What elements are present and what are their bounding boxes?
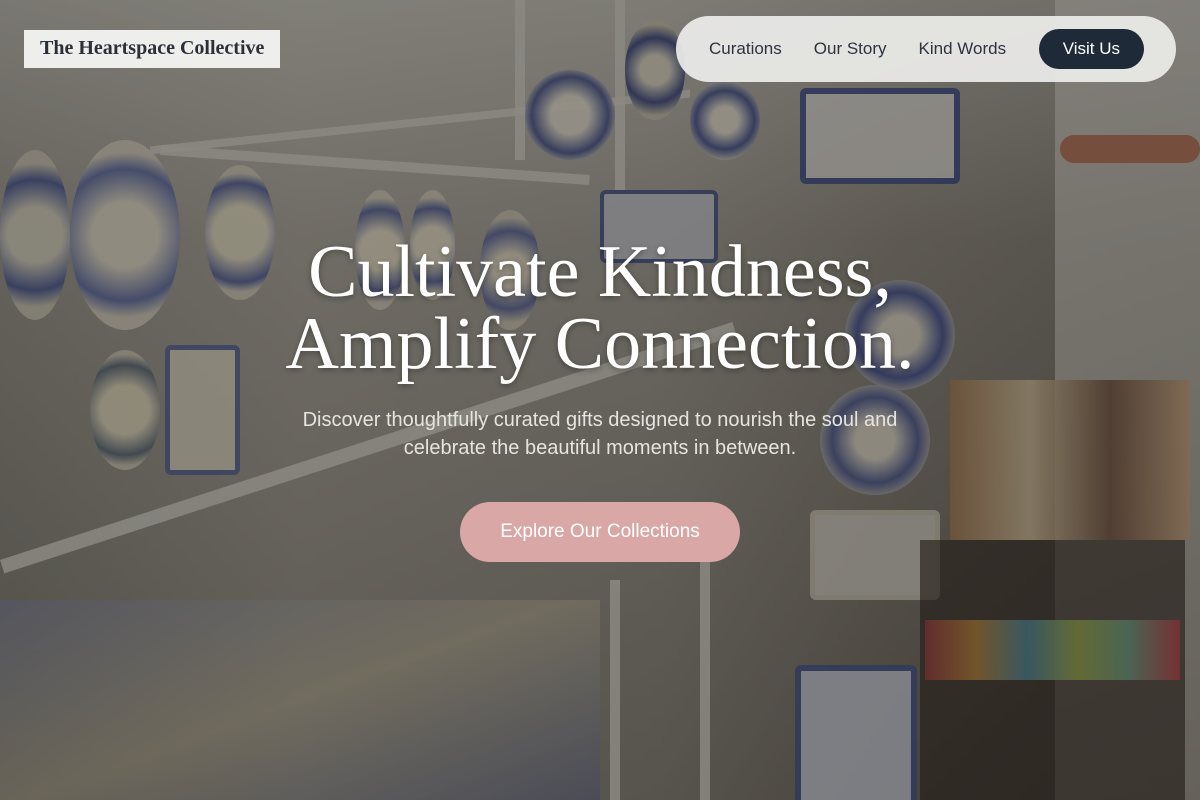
explore-collections-button[interactable]: Explore Our Collections [460, 502, 740, 562]
hero-title-line-2: Amplify Connection. [285, 303, 915, 385]
hero-title: Cultivate Kindness, Amplify Connection. [0, 231, 1200, 385]
hero-title-line-1: Cultivate Kindness, [308, 231, 892, 313]
visit-us-button[interactable]: Visit Us [1038, 29, 1144, 69]
hero-dark-overlay [0, 0, 1200, 800]
nav-link-our-story[interactable]: Our Story [814, 39, 887, 59]
brand-logo[interactable]: The Heartspace Collective [24, 30, 281, 68]
main-nav: Curations Our Story Kind Words Visit Us [676, 16, 1176, 82]
hero-background-image [0, 0, 1200, 800]
hero-subtitle-line-1: Discover thoughtfully curated gifts desi… [302, 409, 898, 431]
nav-link-kind-words[interactable]: Kind Words [919, 39, 1007, 59]
hero-subtitle-line-2: celebrate the beautiful moments in betwe… [403, 437, 797, 459]
hero-subtitle: Discover thoughtfully curated gifts desi… [0, 406, 1200, 462]
nav-link-curations[interactable]: Curations [709, 39, 782, 59]
